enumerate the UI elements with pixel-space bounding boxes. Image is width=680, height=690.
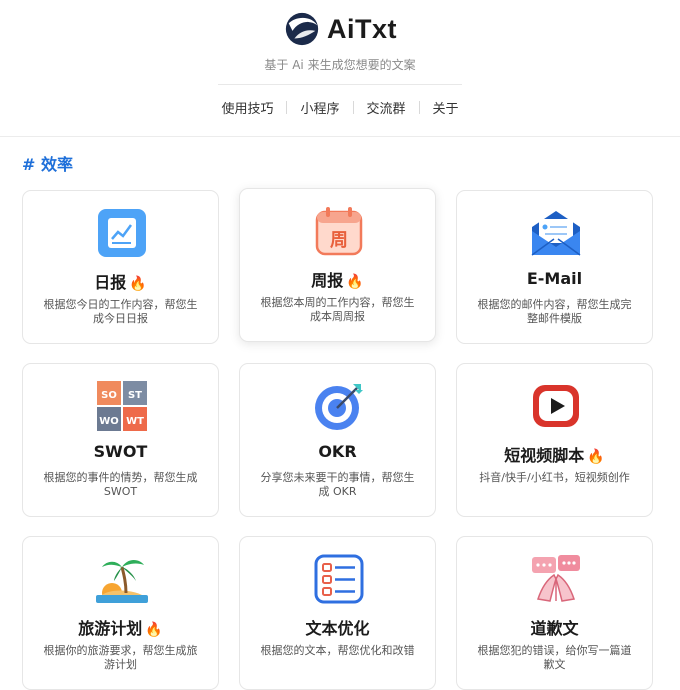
header-divider [218, 84, 462, 85]
nav-community[interactable]: 交流群 [354, 98, 419, 117]
brand[interactable]: AiTxt [0, 10, 680, 48]
nav-tips[interactable]: 使用技巧 [208, 98, 286, 117]
card-weekly-report[interactable]: 周 周报 🔥 根据您本周的工作内容，帮您生成本周周报 [239, 188, 436, 342]
nav-about[interactable]: 关于 [420, 98, 472, 117]
card-title: 旅游计划 🔥 [78, 619, 163, 638]
card-description: 根据您今日的工作内容，帮您生成今日日报 [43, 298, 198, 325]
header: AiTxt 基于 Ai 来生成您想要的文案 使用技巧 小程序 交流群 关于 [0, 0, 680, 137]
svg-text:WT: WT [126, 416, 144, 427]
card-title: 道歉文 [530, 619, 579, 638]
card-email[interactable]: E-Mail 根据您的邮件内容，帮您生成完整邮件模版 [456, 190, 653, 344]
app-name: AiTxt [327, 13, 397, 44]
card-description: 根据您的文本，帮您优化和改错 [260, 644, 415, 657]
svg-text:WO: WO [99, 416, 119, 427]
card-daily-report[interactable]: 日报 🔥 根据您今日的工作内容，帮您生成今日日报 [22, 190, 219, 344]
svg-text:周: 周 [330, 230, 348, 251]
card-description: 根据您的事件的情势，帮您生成 SWOT [43, 471, 198, 498]
card-description: 根据您犯的错误，给你写一篇道歉文 [477, 644, 632, 671]
card-apology[interactable]: 道歉文 根据您犯的错误，给你写一篇道歉文 [456, 536, 653, 690]
target-dart-icon [315, 384, 363, 430]
card-swot[interactable]: SO ST WO WT SWOT 根据您的事件的情势，帮您生成 SWOT [22, 363, 219, 517]
card-title: SWOT [93, 442, 148, 461]
card-description: 根据你的旅游要求，帮您生成旅游计划 [43, 644, 198, 671]
card-title: 日报 🔥 [94, 273, 147, 292]
fire-icon: 🔥 [587, 449, 605, 465]
weekly-calendar-icon: 周 [315, 207, 363, 256]
fire-icon: 🔥 [129, 276, 147, 292]
swot-grid-icon: SO ST WO WT [97, 381, 147, 431]
card-title: 短视频脚本 🔥 [504, 446, 605, 465]
card-travel-plan[interactable]: 旅游计划 🔥 根据你的旅游要求，帮您生成旅游计划 [22, 536, 219, 690]
nav-mini-program[interactable]: 小程序 [287, 98, 352, 117]
daily-report-icon [98, 209, 146, 257]
subtitle: 基于 Ai 来生成您想要的文案 [264, 58, 416, 72]
section-title: # 效率 [22, 155, 73, 174]
mail-envelope-icon [531, 211, 581, 256]
card-short-video-script[interactable]: 短视频脚本 🔥 抖音/快手/小红书，短视频创作 [456, 363, 653, 517]
palm-island-icon [96, 560, 148, 603]
card-description: 根据您的邮件内容，帮您生成完整邮件模版 [477, 298, 632, 325]
card-text-optimize[interactable]: 文本优化 根据您的文本，帮您优化和改错 [239, 536, 436, 690]
text-list-icon [314, 554, 364, 604]
apology-hands-icon [532, 555, 580, 602]
svg-text:ST: ST [128, 390, 142, 401]
card-title: 周报 🔥 [311, 271, 364, 290]
top-nav: 使用技巧 小程序 交流群 关于 [0, 98, 680, 117]
logo-icon [285, 12, 319, 46]
card-title: E-Mail [526, 269, 583, 288]
video-play-icon [533, 385, 579, 427]
card-title: OKR [318, 442, 357, 461]
svg-text:SO: SO [101, 390, 117, 401]
card-description: 根据您本周的工作内容，帮您生成本周周报 [260, 296, 415, 323]
fire-icon: 🔥 [145, 622, 163, 638]
card-description: 抖音/快手/小红书，短视频创作 [479, 471, 630, 484]
fire-icon: 🔥 [346, 274, 364, 290]
card-description: 分享您未来要干的事情，帮您生成 OKR [260, 471, 415, 498]
card-title: 文本优化 [305, 619, 370, 638]
card-okr[interactable]: OKR 分享您未来要干的事情，帮您生成 OKR [239, 363, 436, 517]
